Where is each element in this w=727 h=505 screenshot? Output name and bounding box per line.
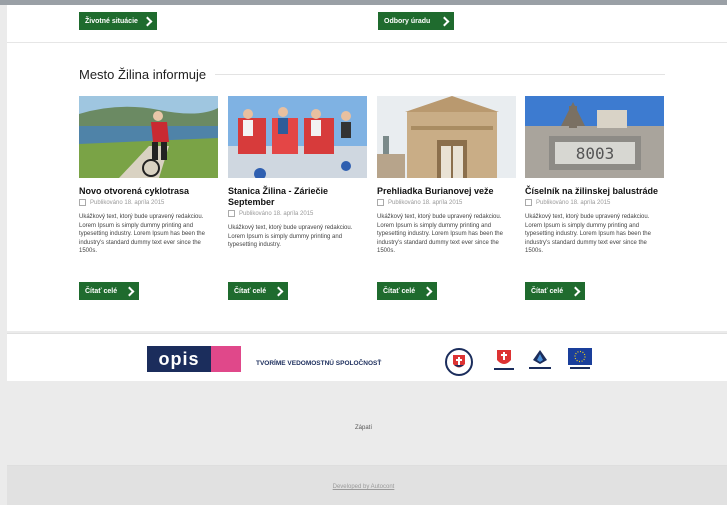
chevron-right-icon xyxy=(439,16,450,26)
news-title[interactable]: Novo otvorená cyklotrasa xyxy=(79,186,218,197)
chevron-right-icon xyxy=(124,286,135,296)
coat-of-arms-icon[interactable] xyxy=(445,348,473,376)
news-title[interactable]: Stanica Žilina - Záriečie September xyxy=(228,186,367,208)
ministry-shield-icon[interactable] xyxy=(492,348,516,372)
chevron-right-icon xyxy=(273,286,284,296)
life-situations-label: Životné situácie xyxy=(85,17,138,25)
news-date: Publikováno 18. apríla 2015 xyxy=(525,199,664,206)
read-more-button[interactable]: Čítať celé xyxy=(377,282,437,300)
life-situations-button[interactable]: Životné situácie xyxy=(79,12,157,30)
news-card: Prehliadka Burianovej veže Publikováno 1… xyxy=(377,96,516,300)
partner-logos: opis TVORÍME VEDOMOSTNÚ SPOLOČNOSŤ xyxy=(7,334,727,381)
people-sculpture-photo[interactable] xyxy=(228,96,367,178)
calendar-icon xyxy=(377,199,384,206)
news-excerpt: Ukážkový text, ktorý bude upravený redak… xyxy=(79,214,205,254)
read-more-label: Čítať celé xyxy=(85,287,118,295)
news-title[interactable]: Prehliadka Burianovej veže xyxy=(377,186,516,197)
main-content: Životné situácie Odbory úradu Mesto Žili… xyxy=(7,5,727,331)
departments-label: Odbory úradu xyxy=(384,17,431,25)
display-number: 8003 xyxy=(576,144,615,163)
tower-photo[interactable] xyxy=(377,96,516,178)
number-display-photo[interactable]: 8003 xyxy=(525,96,664,178)
calendar-icon xyxy=(525,199,532,206)
read-more-button[interactable]: Čítať celé xyxy=(79,282,139,300)
news-excerpt: Ukážkový text, ktorý bude upravený redak… xyxy=(525,214,651,254)
opis-tagline: TVORÍME VEDOMOSTNÚ SPOLOČNOSŤ xyxy=(256,360,382,367)
eu-flag-icon[interactable] xyxy=(568,348,592,370)
news-card: Stanica Žilina - Záriečie September Publ… xyxy=(228,96,367,300)
title-rule xyxy=(215,74,665,75)
chevron-right-icon xyxy=(142,16,153,26)
read-more-label: Čítať celé xyxy=(383,287,416,295)
read-more-label: Čítať celé xyxy=(234,287,267,295)
read-more-button[interactable]: Čítať celé xyxy=(525,282,585,300)
read-more-label: Čítať celé xyxy=(531,287,564,295)
calendar-icon xyxy=(79,199,86,206)
opis-logo-pink-panel xyxy=(211,346,241,372)
developed-by-link[interactable]: Developed by Autocont xyxy=(0,484,727,490)
news-title[interactable]: Číselník na žilinskej balustráde xyxy=(525,186,664,197)
news-excerpt: Ukážkový text, ktorý bude upravený redak… xyxy=(377,214,503,254)
divider xyxy=(7,42,727,43)
departments-button[interactable]: Odbory úradu xyxy=(378,12,454,30)
cyclist-photo[interactable] xyxy=(79,96,218,178)
news-card: 8003 Číselník na žilinskej balustráde Pu… xyxy=(525,96,664,300)
footer-text: Zápatí xyxy=(354,425,372,431)
chevron-right-icon xyxy=(422,286,433,296)
read-more-button[interactable]: Čítať celé xyxy=(228,282,288,300)
news-date: Publikováno 18. apríla 2015 xyxy=(228,210,367,217)
news-card: Novo otvorená cyklotrasa Publikováno 18.… xyxy=(79,96,218,300)
news-date: Publikováno 18. apríla 2015 xyxy=(377,199,516,206)
government-office-logo-icon[interactable] xyxy=(527,348,553,372)
news-date: Publikováno 18. apríla 2015 xyxy=(79,199,218,206)
opis-logo[interactable]: opis xyxy=(147,346,241,372)
chevron-right-icon xyxy=(570,286,581,296)
news-section-title: Mesto Žilina informuje xyxy=(79,67,207,82)
news-excerpt: Ukážkový text, ktorý bude upravený redak… xyxy=(228,225,353,248)
calendar-icon xyxy=(228,210,235,217)
